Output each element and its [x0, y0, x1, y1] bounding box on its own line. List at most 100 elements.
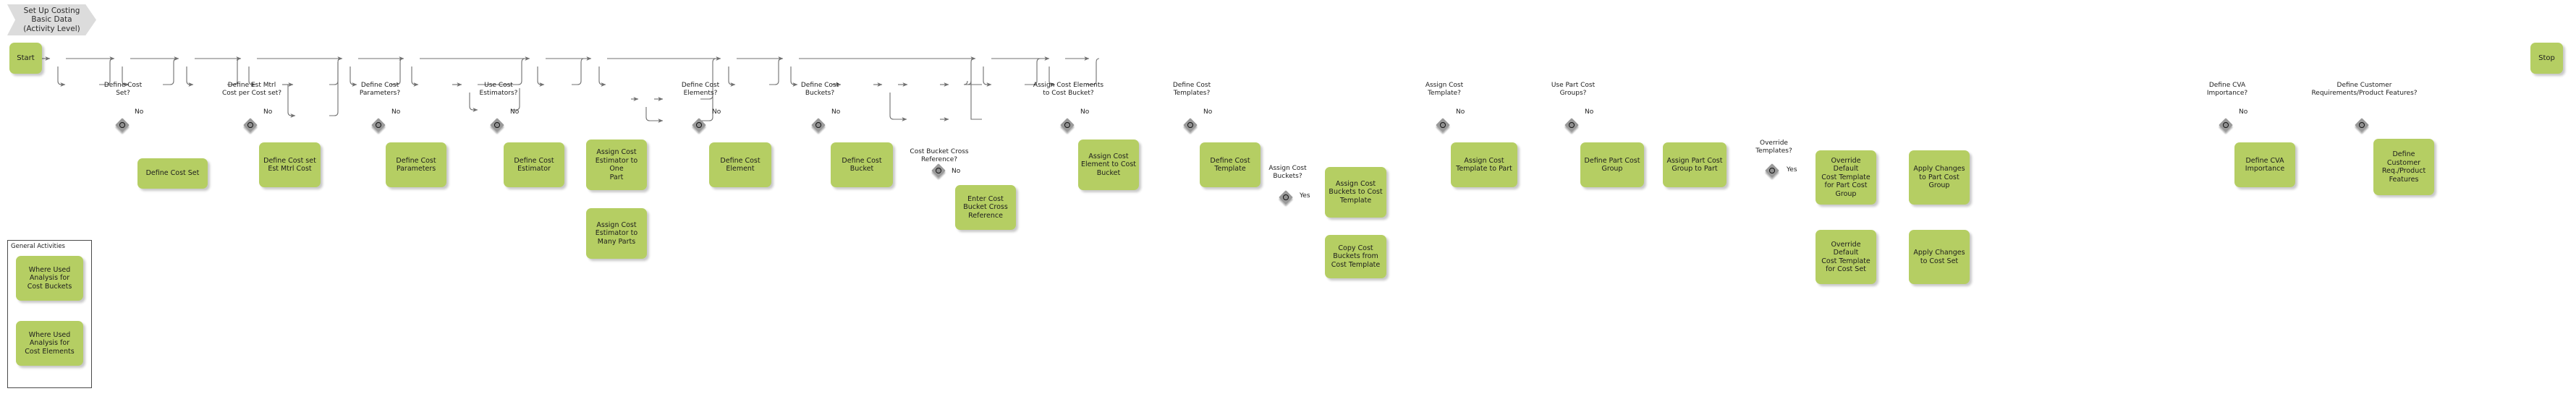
task-override-default-cost-template-for-part-cost-group[interactable]: Override Default Cost Template for Part …: [1816, 150, 1876, 205]
gateway-ring-icon: [936, 168, 941, 173]
task-label: Define Cost Set: [145, 169, 200, 178]
gateway-ring-icon: [1283, 194, 1289, 200]
task-assign-cost-buckets-to-cost-template[interactable]: Assign Cost Buckets to Cost Template: [1325, 167, 1386, 218]
task-label: Assign Cost Estimator to One Part: [595, 148, 638, 181]
gateway-assign-cost-buckets[interactable]: [1279, 190, 1295, 207]
task-label: Assign Cost Estimator to Many Parts: [595, 220, 638, 246]
task-assign-part-cost-group-to-part[interactable]: Assign Part Cost Group to Part: [1663, 142, 1726, 187]
task-define-cost-template[interactable]: Define Cost Template: [1200, 142, 1261, 187]
legend-title: General Activities: [11, 243, 65, 250]
gateway-override-templates[interactable]: [1765, 163, 1781, 180]
task-label: Enter Cost Bucket Cross Reference: [963, 194, 1008, 220]
task-define-cva-importance[interactable]: Define CVA Importance: [2234, 142, 2295, 187]
gateway-define-cost-buckets[interactable]: [811, 118, 828, 134]
task-label: Assign Cost Element to Cost Bucket: [1080, 152, 1137, 177]
gateway-cost-bucket-cross-reference[interactable]: [931, 163, 948, 180]
process-flow-diagram: Set Up Costing Basic Data (Activity Leve…: [0, 0, 2576, 399]
legend-where-used-analysis-for-cost-buckets[interactable]: Where Used Analysis for Cost Buckets: [16, 256, 83, 301]
gateway-label-define-cost-parameters: Define Cost Parameters?: [359, 82, 401, 97]
task-apply-changes-to-part-cost-group[interactable]: Apply Changes to Part Cost Group: [1909, 150, 1970, 205]
gateway-ring-icon: [1769, 168, 1775, 173]
task-define-cost-set-est-mtrl-cost[interactable]: Define Cost set Est Mtrl Cost: [259, 142, 321, 187]
task-label: Assign Cost Template to Part: [1456, 156, 1512, 173]
gateway-label-assign-cost-elements-to-bucket: Assign Cost Elements to Cost Bucket?: [1033, 82, 1104, 97]
gateway-define-cost-templates[interactable]: [1183, 118, 1200, 134]
gateway-label-define-est-mtrl-cost: Define Est Mtrl Cost per Cost set?: [221, 82, 282, 97]
task-assign-cost-estimator-to-many-parts[interactable]: Assign Cost Estimator to Many Parts: [586, 208, 647, 259]
task-define-cost-estimator[interactable]: Define Cost Estimator: [504, 142, 564, 187]
stop-terminator[interactable]: Stop: [2530, 43, 2563, 74]
gateway-ring-icon: [815, 122, 821, 128]
task-assign-cost-estimator-to-one-part[interactable]: Assign Cost Estimator to One Part: [586, 140, 647, 190]
task-assign-cost-element-to-cost-bucket[interactable]: Assign Cost Element to Cost Bucket: [1078, 140, 1139, 190]
task-label: Assign Part Cost Group to Part: [1666, 156, 1723, 173]
edge-label-cost-bucket-cross-reference-no: No: [952, 168, 961, 175]
edge-label-assign-cost-template-no: No: [1456, 108, 1465, 116]
gateway-define-cva-importance[interactable]: [2219, 118, 2235, 134]
gateway-assign-cost-template[interactable]: [1436, 118, 1452, 134]
start-terminator[interactable]: Start: [9, 43, 42, 74]
gateway-label-define-cost-templates: Define Cost Templates?: [1172, 82, 1211, 97]
gateway-ring-icon: [1187, 122, 1193, 128]
edge-label-define-cost-buckets-no: No: [831, 108, 841, 116]
gateway-ring-icon: [696, 122, 702, 128]
task-label: Override Default Cost Template for Part …: [1821, 156, 1870, 198]
gateway-ring-icon: [2223, 122, 2229, 128]
task-label: Where Used Analysis for Cost Buckets: [27, 265, 72, 291]
task-override-default-cost-template-for-cost-set[interactable]: Override Default Cost Template for Cost …: [1816, 230, 1876, 284]
gateway-ring-icon: [2359, 122, 2365, 128]
banner-label: Set Up Costing Basic Data (Activity Leve…: [23, 6, 80, 33]
gateway-ring-icon: [1440, 122, 1446, 128]
edge-label-define-cost-templates-no: No: [1203, 108, 1213, 116]
task-define-cost-element[interactable]: Define Cost Element: [709, 142, 771, 187]
edge-label-define-cost-parameters-no: No: [391, 108, 401, 116]
task-define-cost-set[interactable]: Define Cost Set: [137, 158, 208, 189]
task-define-cost-bucket[interactable]: Define Cost Bucket: [831, 142, 893, 187]
task-label: Define Customer Req./Product Features: [2381, 150, 2426, 184]
gateway-label-cost-bucket-cross-reference: Cost Bucket Cross Reference?: [910, 148, 969, 163]
gateway-use-cost-estimators[interactable]: [490, 118, 507, 134]
gateway-label-define-cost-buckets: Define Cost Buckets?: [800, 82, 839, 97]
gateway-define-cost-parameters[interactable]: [371, 118, 388, 134]
task-label: Define Cost Bucket: [842, 156, 882, 173]
gateway-define-est-mtrl-cost[interactable]: [243, 118, 260, 134]
gateway-ring-icon: [1064, 122, 1070, 128]
gateway-label-use-part-cost-groups: Use Part Cost Groups?: [1551, 82, 1596, 97]
task-label: Define Cost Estimator: [514, 156, 554, 173]
task-label: Apply Changes to Cost Set: [1913, 249, 1965, 265]
gateway-label-use-cost-estimators: Use Cost Estimators?: [479, 82, 518, 97]
gateway-define-cost-set[interactable]: [115, 118, 132, 134]
task-apply-changes-to-cost-set[interactable]: Apply Changes to Cost Set: [1909, 230, 1970, 284]
legend-where-used-analysis-for-cost-elements[interactable]: Where Used Analysis for Cost Elements: [16, 321, 83, 366]
gateway-ring-icon: [494, 122, 500, 128]
gateway-assign-cost-elements-to-bucket[interactable]: [1060, 118, 1077, 134]
gateway-label-define-cva-importance: Define CVA Importance?: [2206, 82, 2248, 97]
task-copy-cost-buckets-from-cost-template[interactable]: Copy Cost Buckets from Cost Template: [1325, 235, 1386, 278]
gateway-label-define-customer-requirements: Define Customer Requirements/Product Fea…: [2311, 82, 2418, 97]
task-enter-cost-bucket-cross-reference[interactable]: Enter Cost Bucket Cross Reference: [955, 185, 1016, 230]
task-label: Define Cost Element: [720, 156, 760, 173]
gateway-label-define-cost-elements: Define Cost Elements?: [681, 82, 720, 97]
gateway-ring-icon: [119, 122, 125, 128]
task-label: Apply Changes to Part Cost Group: [1913, 165, 1965, 190]
edge-label-define-cost-set-no: No: [135, 108, 144, 116]
gateway-use-part-cost-groups[interactable]: [1564, 118, 1581, 134]
edge-label-use-part-cost-groups-no: No: [1585, 108, 1594, 116]
gateway-label-assign-cost-template: Assign Cost Template?: [1425, 82, 1464, 97]
gateway-define-cost-elements[interactable]: [692, 118, 708, 134]
gateway-define-customer-requirements[interactable]: [2355, 118, 2371, 134]
task-label: Assign Cost Buckets to Cost Template: [1329, 179, 1383, 205]
gateway-label-define-cost-set: Define Cost Set?: [103, 82, 143, 97]
task-label: Define Part Cost Group: [1584, 156, 1640, 173]
task-label: Define Cost set Est Mtrl Cost: [263, 156, 316, 173]
gateway-ring-icon: [376, 122, 381, 128]
task-define-part-cost-group[interactable]: Define Part Cost Group: [1580, 142, 1644, 187]
gateway-label-override-templates: Override Templates?: [1755, 140, 1792, 155]
edge-label-define-cost-elements-no: No: [712, 108, 721, 116]
task-define-cost-parameters[interactable]: Define Cost Parameters: [386, 142, 446, 187]
task-label: Define CVA Importance: [2245, 156, 2285, 173]
task-assign-cost-template-to-part[interactable]: Assign Cost Template to Part: [1451, 142, 1517, 187]
start-label: Start: [17, 53, 35, 62]
edge-label-define-est-mtrl-cost-no: No: [263, 108, 273, 116]
task-define-customer-req-product-features[interactable]: Define Customer Req./Product Features: [2373, 139, 2434, 195]
